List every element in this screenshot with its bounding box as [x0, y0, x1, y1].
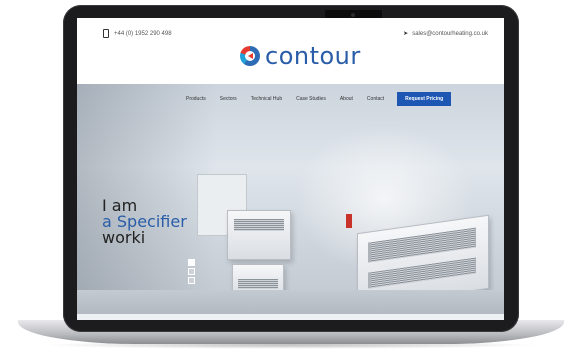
heater-grille — [234, 219, 284, 231]
main-nav: Products Sectors Technical Hub Case Stud… — [179, 92, 452, 106]
slider-dot[interactable] — [188, 268, 195, 275]
logo-mark-icon — [240, 46, 260, 66]
nav-item-technical-hub[interactable]: Technical Hub — [244, 96, 289, 102]
camera-icon — [351, 13, 355, 17]
request-pricing-button[interactable]: Request Pricing — [397, 92, 452, 106]
heater-grille — [368, 257, 476, 289]
nav-item-about[interactable]: About — [333, 96, 360, 102]
slider-dots — [188, 259, 195, 284]
nav-item-sectors[interactable]: Sectors — [213, 96, 244, 102]
laptop-screen: +44 (0) 1952 290 498 ➤ sales@contourheat… — [77, 18, 504, 320]
site-logo[interactable]: contour — [240, 42, 361, 70]
hero-headline: I am a Specifier worki — [102, 198, 187, 246]
nav-item-case-studies[interactable]: Case Studies — [289, 96, 333, 102]
hero-line-3: worki — [102, 228, 146, 247]
mail-icon: ➤ — [403, 31, 409, 37]
slider-dot[interactable] — [188, 277, 195, 284]
email-address: sales@contourheating.co.uk — [412, 30, 488, 37]
phone-number: +44 (0) 1952 290 498 — [114, 30, 172, 37]
nav-item-contact[interactable]: Contact — [360, 96, 391, 102]
phone-contact[interactable]: +44 (0) 1952 290 498 — [103, 29, 172, 38]
slider-dot[interactable] — [188, 259, 195, 266]
heater-grille — [238, 279, 278, 289]
red-valve-image — [346, 214, 352, 228]
hero-bottom-strip — [77, 314, 504, 320]
email-contact[interactable]: ➤ sales@contourheating.co.uk — [403, 30, 488, 38]
hero-banner: I am a Specifier worki — [77, 84, 504, 320]
site-header: +44 (0) 1952 290 498 ➤ sales@contourheat… — [77, 18, 504, 88]
phone-icon — [103, 29, 109, 38]
nav-item-products[interactable]: Products — [179, 96, 213, 102]
logo-text: contour — [265, 42, 361, 70]
heater-grille — [368, 227, 476, 263]
heater-unit-image — [227, 210, 291, 260]
